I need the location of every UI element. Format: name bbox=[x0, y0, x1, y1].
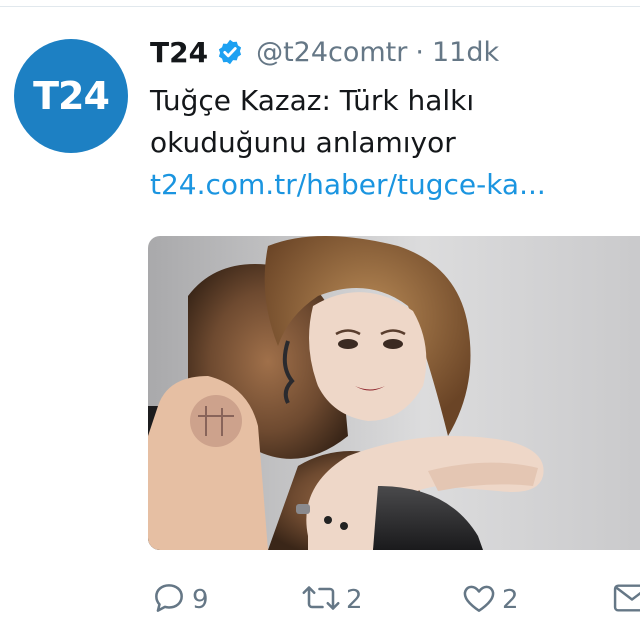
tweet-text: Tuğçe Kazaz: Türk halkı okuduğunu anlamı… bbox=[150, 84, 475, 159]
avatar-logo-text: T24 bbox=[33, 74, 110, 118]
handle[interactable]: @t24comtr bbox=[256, 37, 407, 68]
display-name[interactable]: T24 bbox=[150, 36, 208, 69]
retweet-count: 2 bbox=[346, 585, 363, 615]
media-photo[interactable] bbox=[148, 236, 640, 550]
envelope-icon bbox=[612, 579, 640, 621]
reply-icon bbox=[150, 579, 188, 621]
reply-button[interactable]: 9 bbox=[150, 578, 209, 622]
divider bbox=[0, 6, 640, 7]
tweet-link[interactable]: t24.com.tr/haber/tugce-ka... bbox=[150, 164, 546, 206]
like-button[interactable]: 2 bbox=[460, 578, 519, 622]
like-count: 2 bbox=[502, 585, 519, 615]
timestamp[interactable]: 11dk bbox=[432, 37, 499, 68]
retweet-icon bbox=[300, 579, 342, 621]
tweet-screen: T24 T24 @t24comtr · 11dk Tuğçe Kazaz: Tü… bbox=[0, 0, 640, 640]
retweet-button[interactable]: 2 bbox=[300, 578, 363, 622]
action-bar: 9 2 2 bbox=[150, 578, 640, 622]
heart-icon bbox=[460, 579, 498, 621]
reply-count: 9 bbox=[192, 585, 209, 615]
avatar[interactable]: T24 bbox=[14, 39, 128, 153]
separator: · bbox=[415, 36, 424, 68]
tweet-header: T24 @t24comtr · 11dk bbox=[150, 32, 499, 72]
direct-message-button[interactable] bbox=[612, 578, 640, 622]
verified-badge-icon bbox=[216, 38, 244, 66]
